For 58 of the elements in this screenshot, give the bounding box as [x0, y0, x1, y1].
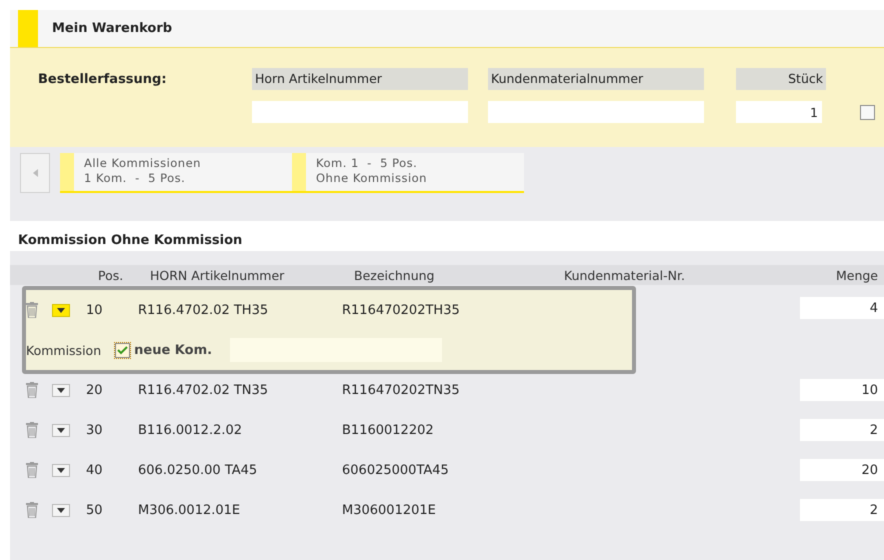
column-header: Kundenmaterialnummer	[488, 68, 704, 90]
table-cell-text: M306.0012.01E	[138, 502, 242, 518]
table-cell-text: 30	[86, 422, 104, 438]
trash-icon[interactable]	[26, 502, 38, 518]
table-cell-text: 40	[86, 462, 104, 478]
column-header: Stück	[736, 68, 826, 90]
table-cell-text: 606025000TA45	[342, 462, 450, 478]
trash-icon[interactable]	[26, 382, 38, 398]
commission-label: Kommission	[26, 342, 102, 358]
trash-icon[interactable]	[26, 302, 38, 318]
page-title: Mein Warenkorb	[51, 20, 172, 38]
quantity-field[interactable]: 2	[800, 499, 884, 521]
quantity-field[interactable]: 20	[800, 459, 884, 481]
table-cell-text: R116.4702.02 TN35	[138, 382, 270, 398]
table-cell-text: B116.0012.2.02	[138, 422, 244, 438]
quantity-field[interactable]: 2	[800, 419, 884, 441]
input-field[interactable]	[252, 101, 468, 123]
caret-icon	[57, 508, 65, 512]
column-header: Pos.	[98, 268, 124, 282]
input-field[interactable]: 1	[736, 101, 822, 123]
column-header: Menge	[834, 268, 879, 282]
order-entry-label: Bestellerfassung:	[38, 72, 168, 86]
table-cell-text: 10	[86, 302, 104, 318]
quantity-field[interactable]: 4	[800, 297, 884, 319]
dropdown-button[interactable]	[52, 464, 70, 476]
caret-icon	[57, 428, 65, 432]
checkbox[interactable]	[115, 342, 130, 358]
left-arrow-icon	[32, 169, 38, 177]
accent-stripe	[18, 10, 38, 47]
column-header: Bezeichnung	[354, 268, 436, 282]
table-cell-text: 50	[86, 502, 104, 518]
table-cell-text: R116.4702.02 TH35	[138, 302, 270, 318]
table-cell-text: 606.0250.00 TA45	[138, 462, 258, 478]
caret-icon	[57, 308, 65, 312]
table-cell-text: 20	[86, 382, 104, 398]
column-header: Horn Artikelnummer	[252, 68, 468, 90]
column-header: HORN Artikelnummer	[150, 268, 286, 282]
commission-tab[interactable]: Kom. 1 - 5 Pos. Ohne Kommission	[292, 153, 524, 193]
table-cell-text: B1160012202	[342, 422, 435, 438]
table-cell-text: M306001201E	[342, 502, 437, 518]
table-cell-text: R116470202TH35	[342, 302, 461, 318]
checkbox-label: neue Kom.	[134, 342, 212, 358]
trash-icon[interactable]	[26, 462, 38, 478]
table-cell-text: R116470202TN35	[342, 382, 461, 398]
caret-icon	[57, 388, 65, 392]
commission-tab[interactable]: Alle Kommissionen 1 Kom. - 5 Pos.	[60, 153, 292, 193]
dropdown-button[interactable]	[52, 424, 70, 436]
dropdown-button[interactable]	[52, 504, 70, 516]
column-header: Kundenmaterial-Nr.	[564, 268, 686, 282]
dropdown-button[interactable]	[52, 384, 70, 396]
trash-icon[interactable]	[26, 422, 38, 438]
quantity-field[interactable]: 10	[800, 379, 884, 401]
previous-button[interactable]	[20, 153, 50, 193]
input-field[interactable]	[488, 101, 704, 123]
caret-icon	[57, 468, 65, 472]
dropdown-button[interactable]	[52, 304, 70, 316]
section-title: Kommission Ohne Kommission	[18, 233, 242, 248]
checkbox[interactable]	[860, 104, 875, 120]
